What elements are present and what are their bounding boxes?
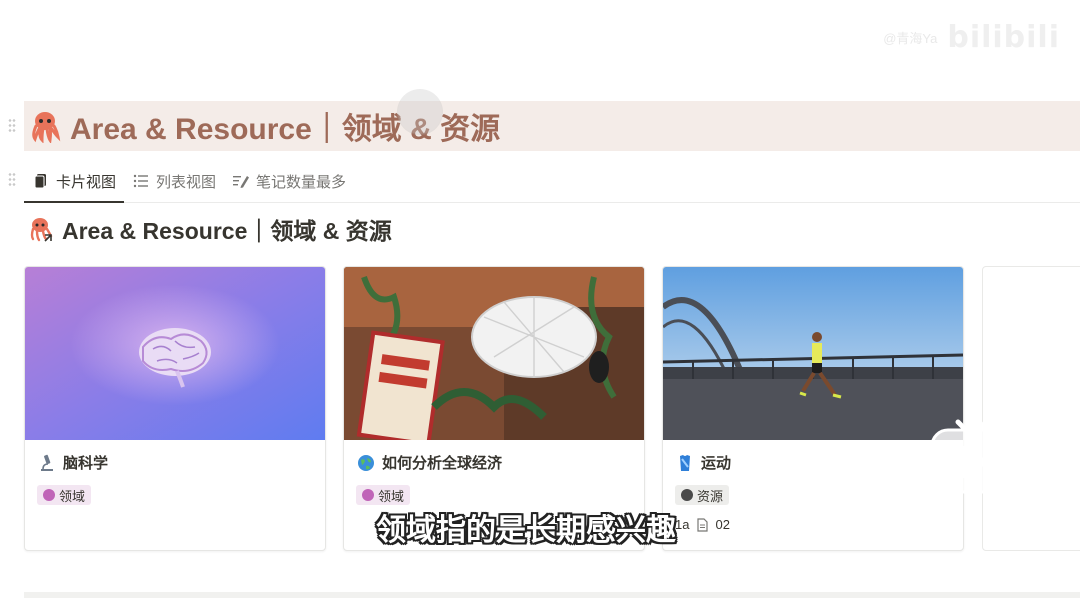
document-icon xyxy=(697,517,709,532)
bottom-divider xyxy=(24,592,1080,598)
cover-image-brain xyxy=(25,267,325,440)
octopus-link-icon xyxy=(30,218,53,242)
page-title-bar: Area & Resource｜领域 & 资源 xyxy=(24,101,1080,151)
meta-count: 02 xyxy=(715,517,730,532)
card-title-text: 如何分析全球经济 xyxy=(382,455,503,472)
tab-label: 卡片视图 xyxy=(56,173,117,191)
card-title: 脑科学 xyxy=(37,452,108,473)
cursor-highlight xyxy=(398,90,442,134)
tag-dot-icon xyxy=(362,489,374,501)
card-partial[interactable] xyxy=(982,266,1080,551)
card-tag: 领域 xyxy=(37,485,92,505)
card-tag: 领域 xyxy=(356,485,411,505)
cover-image-hanging-figure xyxy=(344,267,644,440)
card-meta: 1a 02 xyxy=(675,517,730,532)
tag-dot-icon xyxy=(681,489,693,501)
video-subtitle: 领域指的是长期感兴趣 xyxy=(376,514,676,547)
tag-label: 领域 xyxy=(378,488,405,504)
title-drag-handle[interactable] xyxy=(8,118,16,132)
tab-label: 笔记数量最多 xyxy=(256,173,347,191)
card-title: 如何分析全球经济 xyxy=(356,452,502,473)
tag-dot-icon xyxy=(43,489,55,501)
section-title: Area & Resource｜领域 & 资源 xyxy=(62,218,392,244)
section-heading: Area & Resource｜领域 & 资源 xyxy=(28,212,392,246)
globe-icon xyxy=(358,454,374,471)
card-icon xyxy=(34,174,46,189)
watermark-handle: @青海Ya xyxy=(883,31,938,46)
card-title: 运动 xyxy=(675,452,731,473)
play-icon[interactable] xyxy=(928,414,1016,496)
tag-label: 资源 xyxy=(697,488,724,504)
tab-list-view[interactable]: 列表视图 xyxy=(124,160,224,202)
tab-label: 列表视图 xyxy=(156,173,217,191)
meta-prefix: 1a xyxy=(675,517,690,532)
card-title-text: 运动 xyxy=(701,455,732,472)
tab-card-view[interactable]: 卡片视图 xyxy=(24,160,125,203)
card-title-text: 脑科学 xyxy=(63,455,109,472)
card-brain-science[interactable]: 脑科学 领域 xyxy=(24,266,326,551)
edit-list-icon xyxy=(233,176,250,188)
cover-image-runner xyxy=(663,267,963,440)
list-icon xyxy=(133,174,149,188)
tab-most-notes[interactable]: 笔记数量最多 xyxy=(224,160,354,202)
view-tabs: 卡片视图 列表视图 笔记数量最多 xyxy=(24,160,1080,203)
bilibili-logo: bilibili xyxy=(947,20,1060,55)
tag-label: 领域 xyxy=(59,488,86,504)
microscope-icon xyxy=(41,454,53,471)
card-tag: 资源 xyxy=(675,485,730,505)
jersey-icon xyxy=(680,454,690,471)
tabs-drag-handle[interactable] xyxy=(8,172,16,186)
video-watermark: @青海Ya bilibili xyxy=(883,20,1060,55)
card-sports[interactable]: 运动 资源 1a 02 xyxy=(662,266,964,551)
octopus-icon xyxy=(32,112,61,143)
